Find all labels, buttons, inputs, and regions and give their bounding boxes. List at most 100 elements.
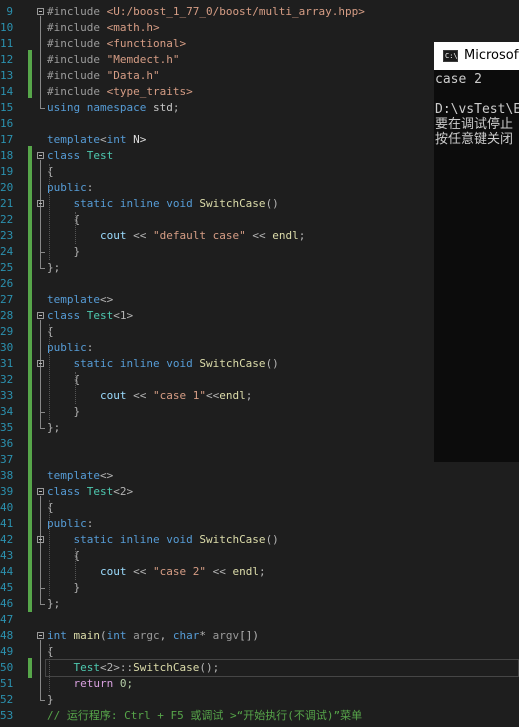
collapse-toggle-icon[interactable] (37, 8, 44, 15)
code-text: { (47, 324, 54, 340)
code-text: int main(int argc, char* argv[]) (47, 628, 259, 644)
code-token: public (47, 517, 87, 530)
code-line[interactable]: 38 template<> (0, 468, 519, 484)
collapse-toggle-icon[interactable] (37, 360, 44, 367)
outline-end (40, 700, 45, 701)
outline-end (40, 252, 45, 253)
console-line: 要在调试停止 (435, 117, 514, 132)
collapse-toggle-icon[interactable] (37, 488, 44, 495)
code-line[interactable]: 46}; (0, 596, 519, 612)
code-token: <> (99, 469, 114, 482)
code-token: <math.h> (106, 21, 160, 34)
code-line[interactable]: 44 cout << "case 2" << endl; (0, 564, 519, 580)
code-text: class Test<1> (47, 308, 133, 324)
code-line[interactable]: 49 { (0, 644, 519, 660)
code-token: argv (212, 629, 240, 642)
line-number: 46 (0, 597, 14, 610)
code-token: <1> (113, 309, 134, 322)
line-number: 50 (0, 661, 14, 674)
code-text: #include <functional> (47, 36, 186, 52)
line-number: 9 (6, 5, 13, 18)
line-number: 22 (0, 213, 14, 226)
code-token: ; (298, 229, 306, 242)
line-number: 48 (0, 629, 14, 642)
code-line[interactable]: 39 class Test<2> (0, 484, 519, 500)
code-token: SwitchCase (199, 357, 266, 370)
line-number: 23 (0, 229, 14, 242)
code-line[interactable]: 43 { (0, 548, 519, 564)
code-line[interactable]: 52} (0, 692, 519, 708)
line-number: 40 (0, 501, 14, 514)
line-number: 36 (0, 437, 14, 450)
outline-line (40, 16, 41, 108)
code-text: cout << "default case" << endl; (47, 228, 305, 244)
code-token: endl (232, 565, 259, 578)
line-number: 14 (0, 85, 14, 98)
code-token: }; (47, 421, 61, 434)
collapse-toggle-icon[interactable] (37, 152, 44, 159)
line-number: 33 (0, 389, 14, 402)
collapse-toggle-icon[interactable] (37, 536, 44, 543)
line-number: 43 (0, 549, 14, 562)
line-number: 12 (0, 53, 14, 66)
collapse-toggle-icon[interactable] (37, 200, 44, 207)
code-token: cout (47, 565, 127, 578)
code-token: }; (47, 261, 61, 274)
code-token: 0; (119, 677, 134, 690)
code-text: return 0; (47, 676, 133, 692)
code-token: Test (86, 485, 114, 498)
code-text: #include <U:/boost_1_77_0/boost/multi_ar… (47, 4, 365, 20)
code-line[interactable]: 45 } (0, 580, 519, 596)
code-token: << (126, 565, 153, 578)
indent-guide (49, 164, 50, 260)
code-token: int (106, 629, 134, 642)
collapse-toggle-icon[interactable] (37, 632, 44, 639)
line-number: 49 (0, 645, 14, 658)
code-token: : (86, 517, 94, 530)
code-token: << (126, 389, 153, 402)
code-line[interactable]: 47 (0, 612, 519, 628)
line-number: 45 (0, 581, 14, 594)
code-text: public: (47, 516, 93, 532)
code-line[interactable]: 48 int main(int argc, char* argv[]) (0, 628, 519, 644)
code-token: #include (47, 21, 107, 34)
console-title-bar[interactable]: Microsoft (434, 42, 519, 70)
code-text: #include <type_traits> (47, 84, 193, 100)
code-token: int (47, 629, 74, 642)
outline-end (40, 268, 45, 269)
line-number: 44 (0, 565, 14, 578)
collapse-toggle-icon[interactable] (37, 312, 44, 319)
code-text: #include "Memdect.h" (47, 52, 179, 68)
code-text: public: (47, 180, 93, 196)
code-token: N> (126, 133, 147, 146)
code-line[interactable]: 51 return 0; (0, 676, 519, 692)
code-token: <2> (113, 485, 134, 498)
code-token: , (159, 629, 173, 642)
code-token: template (47, 293, 100, 306)
code-text: template<> (47, 468, 113, 484)
code-text: // 运行程序: Ctrl + F5 或调试 >“开始执行(不调试)”菜单 (47, 708, 362, 724)
outline-end (40, 604, 45, 605)
code-token: } (47, 581, 81, 594)
code-token: #include (47, 5, 107, 18)
code-line[interactable]: 10 #include <math.h> (0, 20, 519, 36)
code-line[interactable]: 41 public: (0, 516, 519, 532)
code-token: "case 2" (152, 565, 206, 578)
code-line[interactable]: 53 // 运行程序: Ctrl + F5 或调试 >“开始执行(不调试)”菜单 (0, 708, 519, 724)
code-line[interactable]: 42 static inline void SwitchCase() (0, 532, 519, 548)
code-token: "Memdect.h" (106, 53, 180, 66)
indent-guide (49, 324, 50, 420)
code-token: int (106, 133, 127, 146)
code-line[interactable]: 40 { (0, 500, 519, 516)
code-token: << (245, 229, 273, 242)
code-token: < (99, 133, 107, 146)
code-token: static inline void (47, 533, 200, 546)
line-number: 37 (0, 453, 14, 466)
line-number: 42 (0, 533, 14, 546)
code-line[interactable]: 9 #include <U:/boost_1_77_0/boost/multi_a… (0, 4, 519, 20)
code-token: #include (47, 37, 107, 50)
console-window[interactable]: Microsoft case 2 D:\vsTest\E要在调试停止按任意键关闭 (434, 42, 519, 462)
code-text: } (47, 244, 80, 260)
line-number: 41 (0, 517, 14, 530)
line-number: 39 (0, 485, 14, 498)
